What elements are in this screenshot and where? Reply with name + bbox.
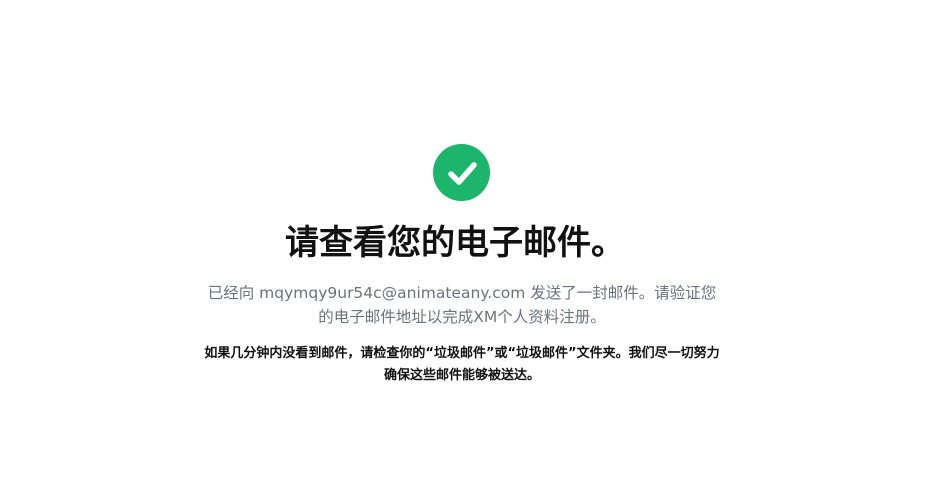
page-title: 请查看您的电子邮件。 — [285, 223, 625, 263]
verification-description: 已经向 mqymqy9ur54c@animateany.com 发送了一封邮件。… — [200, 281, 724, 329]
check-circle-icon — [433, 144, 490, 201]
spam-folder-note: 如果几分钟内没看到邮件，请检查你的“垃圾邮件”或“垃圾邮件”文件夹。我们尽一切努… — [204, 346, 720, 383]
email-address: mqymqy9ur54c@animateany.com — [259, 284, 526, 302]
checkmark-icon — [447, 161, 477, 185]
description-prefix: 已经向 — [207, 284, 260, 302]
